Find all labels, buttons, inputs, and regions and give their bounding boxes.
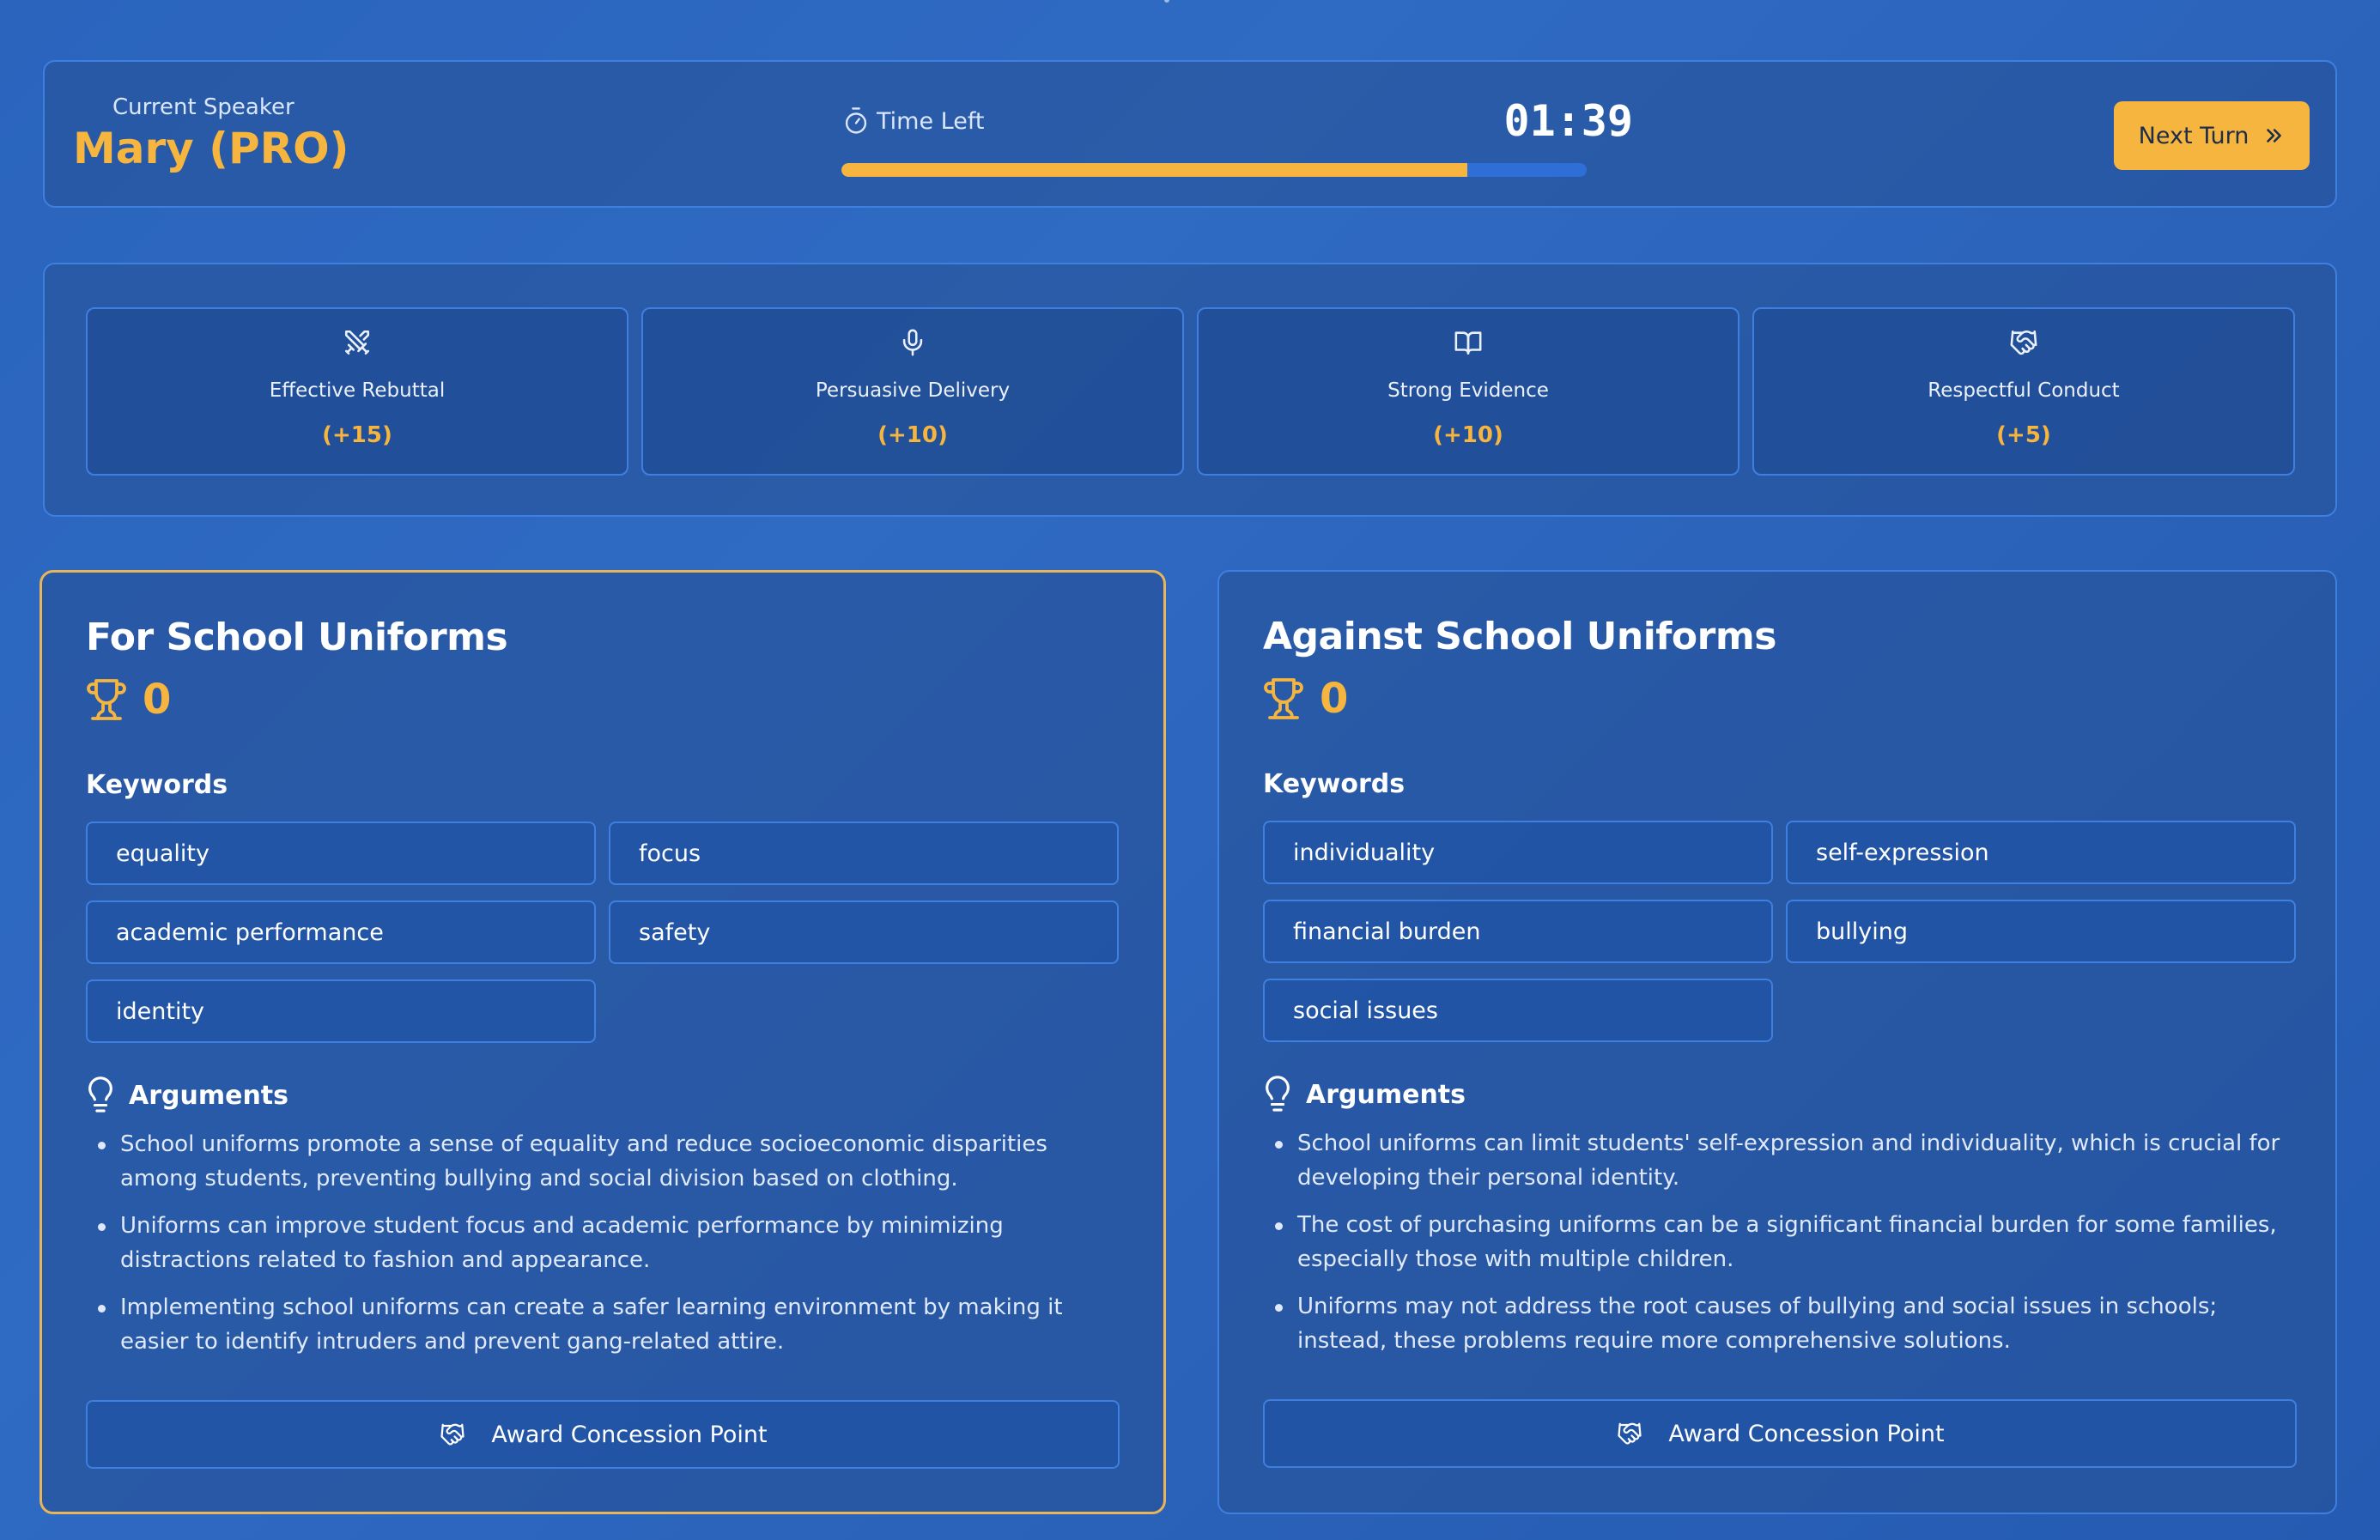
keyword-chip[interactable]: bullying (1786, 900, 2296, 963)
next-turn-label: Next Turn (2138, 122, 2249, 149)
trophy-icon (87, 679, 126, 720)
keywords-heading: Keywords (86, 770, 228, 800)
keyword-chip[interactable]: equality (86, 822, 596, 885)
award-persuasive-delivery[interactable]: Persuasive Delivery (+10) (641, 307, 1184, 476)
award-concession-button-pro[interactable]: Award Concession Point (86, 1400, 1120, 1469)
book-open-icon (1454, 331, 1482, 355)
argument-item: Implementing school uniforms can create … (86, 1290, 1108, 1359)
microphone-icon (902, 329, 923, 356)
keyword-chip[interactable]: identity (86, 979, 596, 1043)
argument-item: Uniforms can improve student focus and a… (86, 1209, 1108, 1277)
stopwatch-icon (845, 107, 867, 134)
team-card-pro: For School Uniforms 0 Keywords equality … (39, 570, 1166, 1514)
keywords-heading: Keywords (1263, 769, 1406, 799)
trophy-icon (1264, 678, 1303, 719)
keyword-chip[interactable]: social issues (1263, 979, 1773, 1042)
arguments-heading: Arguments (86, 1074, 288, 1117)
team-title: Against School Uniforms (1263, 615, 1776, 658)
team-score: 0 (86, 674, 171, 725)
arguments-heading: Arguments (1263, 1073, 1466, 1116)
handshake-icon (2010, 330, 2037, 355)
keyword-chip[interactable]: self-expression (1786, 821, 2296, 884)
keyword-chip[interactable]: financial burden (1263, 900, 1773, 963)
award-points: (+10) (1433, 422, 1503, 448)
award-name: Respectful Conduct (1928, 379, 2120, 402)
argument-item: School uniforms can limit students' self… (1263, 1126, 2285, 1195)
keyword-chip[interactable]: safety (609, 900, 1119, 964)
handshake-icon (440, 1423, 465, 1446)
next-turn-button[interactable]: Next Turn (2114, 101, 2310, 170)
time-left-value: 01:39 (1503, 96, 1633, 146)
arguments-heading-label: Arguments (129, 1080, 289, 1111)
keyword-chip[interactable]: focus (609, 822, 1119, 885)
current-speaker-name: Mary (PRO) (73, 124, 349, 173)
team-title: For School Uniforms (86, 615, 508, 659)
concession-label: Award Concession Point (491, 1421, 768, 1448)
award-points: (+5) (1996, 422, 2051, 448)
award-name: Effective Rebuttal (269, 379, 446, 402)
arguments-list: School uniforms can limit students' self… (1263, 1126, 2285, 1371)
score-value: 0 (1320, 675, 1349, 723)
chevrons-right-icon (2267, 129, 2282, 142)
argument-item: Uniforms may not address the root causes… (1263, 1289, 2285, 1358)
lightbulb-icon (88, 1076, 112, 1113)
award-points: (+15) (322, 422, 392, 448)
keyword-chip[interactable]: academic performance (86, 900, 596, 964)
keyword-chip[interactable]: individuality (1263, 821, 1773, 884)
award-strong-evidence[interactable]: Strong Evidence (+10) (1197, 307, 1739, 476)
argument-item: The cost of purchasing uniforms can be a… (1263, 1208, 2285, 1276)
arguments-heading-label: Arguments (1306, 1079, 1466, 1110)
swords-icon (344, 330, 370, 355)
handshake-icon (1618, 1422, 1642, 1445)
award-points: (+10) (877, 422, 948, 448)
lightbulb-icon (1266, 1076, 1290, 1112)
score-value: 0 (143, 676, 172, 724)
award-respectful-conduct[interactable]: Respectful Conduct (+5) (1752, 307, 2295, 476)
speaker-timer-bar: Current Speaker Mary (PRO) Time Left 01:… (43, 60, 2337, 208)
time-progress-fill (841, 163, 1468, 177)
time-left-label: Time Left (877, 108, 985, 135)
award-points-panel: Effective Rebuttal (+15) Persuasive Deli… (43, 263, 2337, 517)
concession-label: Award Concession Point (1668, 1420, 1945, 1447)
arguments-list: School uniforms promote a sense of equal… (86, 1127, 1108, 1372)
time-progress-bar (841, 163, 1587, 177)
award-name: Strong Evidence (1387, 379, 1549, 402)
team-card-con: Against School Uniforms 0 Keywords indiv… (1217, 570, 2337, 1514)
current-speaker-label: Current Speaker (112, 94, 294, 120)
team-score: 0 (1263, 673, 1348, 725)
award-concession-button-con[interactable]: Award Concession Point (1263, 1399, 2297, 1468)
award-effective-rebuttal[interactable]: Effective Rebuttal (+15) (86, 307, 628, 476)
top-indicator (1164, 0, 1169, 3)
award-name: Persuasive Delivery (815, 379, 1011, 402)
argument-item: School uniforms promote a sense of equal… (86, 1127, 1108, 1196)
